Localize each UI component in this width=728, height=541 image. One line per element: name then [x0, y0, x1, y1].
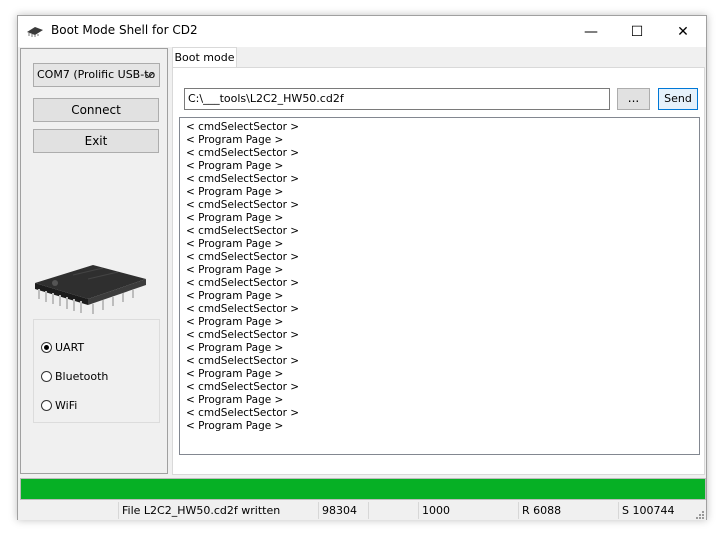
- log-line: < cmdSelectSector >: [186, 381, 300, 393]
- title-bar[interactable]: Boot Mode Shell for CD2 — ☐ ✕: [18, 16, 706, 47]
- status-cell: S 100744: [618, 502, 688, 519]
- log-line: < Program Page >: [186, 160, 284, 172]
- log-line: < Program Page >: [186, 420, 284, 432]
- browse-button[interactable]: ...: [617, 88, 650, 110]
- log-line: < cmdSelectSector >: [186, 173, 300, 185]
- window-title: Boot Mode Shell for CD2: [51, 23, 198, 37]
- log-line: < Program Page >: [186, 212, 284, 224]
- log-line: < Program Page >: [186, 394, 284, 406]
- log-line: < Program Page >: [186, 134, 284, 146]
- status-cell: File L2C2_HW50.cd2f written: [118, 502, 318, 519]
- radio-bluetooth-label: Bluetooth: [55, 370, 109, 383]
- exit-button[interactable]: Exit: [33, 129, 159, 153]
- chip-app-icon: [26, 25, 44, 37]
- resize-grip-icon[interactable]: [694, 508, 704, 519]
- log-line: < cmdSelectSector >: [186, 407, 300, 419]
- log-line: < cmdSelectSector >: [186, 199, 300, 211]
- log-line: < cmdSelectSector >: [186, 303, 300, 315]
- log-line: < cmdSelectSector >: [186, 147, 300, 159]
- radio-wifi[interactable]: WiFi: [41, 399, 77, 412]
- app-window: Boot Mode Shell for CD2 — ☐ ✕ COM7 (Prol…: [17, 15, 707, 520]
- radio-checked-icon: [41, 342, 52, 353]
- radio-wifi-label: WiFi: [55, 399, 78, 412]
- send-button[interactable]: Send: [658, 88, 698, 110]
- progress-fill: [21, 479, 705, 499]
- connect-button[interactable]: Connect: [33, 98, 159, 122]
- log-line: < Program Page >: [186, 342, 284, 354]
- log-line: < Program Page >: [186, 316, 284, 328]
- log-line: < cmdSelectSector >: [186, 225, 300, 237]
- com-port-value: COM7 (Prolific USB-to: [37, 68, 156, 81]
- mode-radio-group: UART Bluetooth WiFi: [33, 319, 160, 423]
- tab-boot-mode[interactable]: Boot mode: [172, 47, 237, 68]
- log-line: < Program Page >: [186, 368, 284, 380]
- log-textarea[interactable]: < cmdSelectSector > < Program Page > < cmd…: [179, 117, 700, 455]
- status-cell: [18, 502, 118, 519]
- minimize-button[interactable]: —: [568, 16, 614, 47]
- com-port-select[interactable]: COM7 (Prolific USB-to: [33, 63, 160, 87]
- progress-bar: [20, 478, 706, 500]
- log-line: < cmdSelectSector >: [186, 329, 300, 341]
- log-line: < Program Page >: [186, 264, 284, 276]
- log-line: < Program Page >: [186, 238, 284, 250]
- left-panel: COM7 (Prolific USB-to Connect Exit UART …: [20, 48, 168, 474]
- log-line: < Program Page >: [186, 186, 284, 198]
- log-line: < Program Page >: [186, 290, 284, 302]
- boot-mode-panel: C:\___tools\L2C2_HW50.cd2f ... Send < cm…: [172, 67, 705, 475]
- status-cell: 98304: [318, 502, 368, 519]
- radio-uart[interactable]: UART: [41, 341, 84, 354]
- chevron-down-icon: [143, 64, 155, 86]
- log-line: < cmdSelectSector >: [186, 121, 300, 133]
- minimize-icon: —: [584, 23, 598, 40]
- radio-uart-label: UART: [55, 341, 85, 354]
- close-button[interactable]: ✕: [660, 16, 706, 47]
- status-cell: R 6088: [518, 502, 618, 519]
- log-line: < cmdSelectSector >: [186, 355, 300, 367]
- maximize-button[interactable]: ☐: [614, 16, 660, 47]
- radio-bluetooth[interactable]: Bluetooth: [41, 370, 108, 383]
- radio-unchecked-icon: [41, 371, 52, 382]
- file-path-input[interactable]: C:\___tools\L2C2_HW50.cd2f: [184, 88, 610, 110]
- status-cell: [368, 502, 418, 519]
- log-line: < cmdSelectSector >: [186, 251, 300, 263]
- maximize-icon: ☐: [630, 23, 644, 40]
- log-line: < cmdSelectSector >: [186, 277, 300, 289]
- status-bar: File L2C2_HW50.cd2f written 98304 1000 R 60…: [18, 501, 706, 520]
- status-cell: 1000: [418, 502, 518, 519]
- close-icon: ✕: [677, 23, 689, 40]
- radio-unchecked-icon: [41, 400, 52, 411]
